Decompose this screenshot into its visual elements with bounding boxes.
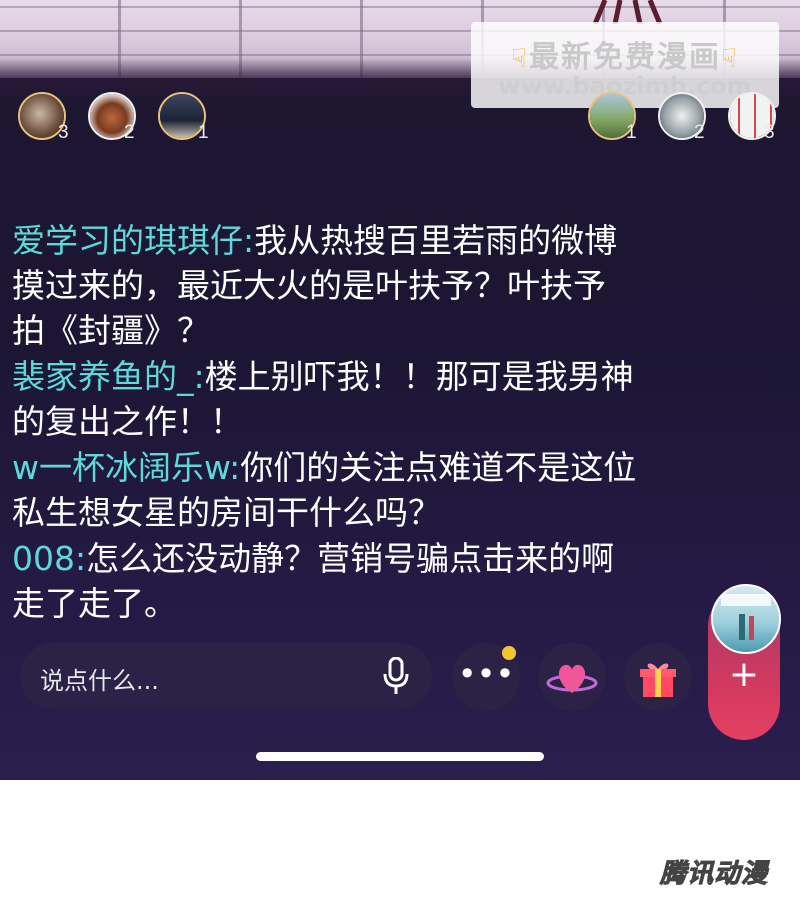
notification-dot (502, 646, 516, 660)
activity-thumbnail[interactable] (711, 584, 781, 654)
watermark-title: ☟最新免费漫画☟ (511, 40, 739, 75)
chat-text: 走了走了。 (12, 584, 177, 623)
chat-message: 爱学习的琪琪仔:我从热搜百里若雨的微博 摸过来的，最近大火的是叶扶予？叶扶予 拍… (12, 218, 787, 353)
chat-message: w一杯冰阔乐w:你们的关注点难道不是这位 私生想女星的房间干什么吗？ (12, 445, 787, 535)
viewer-rank: 3 (764, 122, 775, 143)
chat-username[interactable]: 爱学习的琪琪仔: (12, 221, 254, 260)
viewer-rank: 2 (124, 122, 135, 143)
viewer-rank: 1 (198, 122, 209, 143)
viewer-rank: 2 (694, 122, 705, 143)
chat-text: 楼上别吓我！！那可是我男神 (204, 357, 634, 396)
chat-text: 拍《封疆》？ (12, 311, 210, 350)
chat-text: 你们的关注点难道不是这位 (240, 448, 637, 487)
pointing-hand-icon: ☟ (721, 44, 739, 74)
heart-icon (546, 664, 598, 693)
gift-icon (640, 663, 676, 697)
comment-placeholder: 说点什么... (40, 667, 159, 695)
home-indicator[interactable] (256, 752, 544, 761)
viewer-rank: 3 (58, 122, 69, 143)
thumbnail-image (721, 594, 771, 640)
gift-button[interactable] (624, 643, 692, 711)
comment-input[interactable]: 说点什么... (20, 643, 432, 709)
chat-message: 008:怎么还没动静？营销号骗点击来的啊 走了走了。 (12, 536, 787, 626)
chat-list: 爱学习的琪琪仔:我从热搜百里若雨的微博 摸过来的，最近大火的是叶扶予？叶扶予 拍… (12, 218, 787, 627)
chat-username[interactable]: 008: (12, 539, 86, 578)
microphone-icon[interactable] (382, 657, 410, 695)
chat-username[interactable]: w一杯冰阔乐w: (12, 448, 240, 487)
chat-text: 私生想女星的房间干什么吗？ (12, 493, 441, 532)
chat-text: 的复出之作！！ (12, 402, 243, 441)
live-stream-screen: ☟最新免费漫画☟ www.baozimh.com 3 2 1 1 2 3 爱学习… (0, 0, 800, 780)
chat-message: 裴家养鱼的_:楼上别吓我！！那可是我男神 的复出之作！！ (12, 354, 787, 444)
background-figure (592, 0, 663, 24)
plus-icon: + (728, 654, 760, 695)
chat-text: 摸过来的，最近大火的是叶扶予？叶扶予 (12, 266, 606, 305)
chat-username[interactable]: 裴家养鱼的_: (12, 357, 205, 396)
chat-text: 我从热搜百里若雨的微博 (254, 221, 618, 260)
viewer-rank: 1 (626, 122, 637, 143)
chat-text: 怎么还没动静？营销号骗点击来的啊 (86, 539, 615, 578)
like-button[interactable] (538, 643, 606, 711)
brand-watermark: 腾讯动漫 (659, 859, 769, 890)
pointing-hand-icon: ☟ (511, 44, 529, 74)
more-icon: ••• (457, 655, 515, 693)
